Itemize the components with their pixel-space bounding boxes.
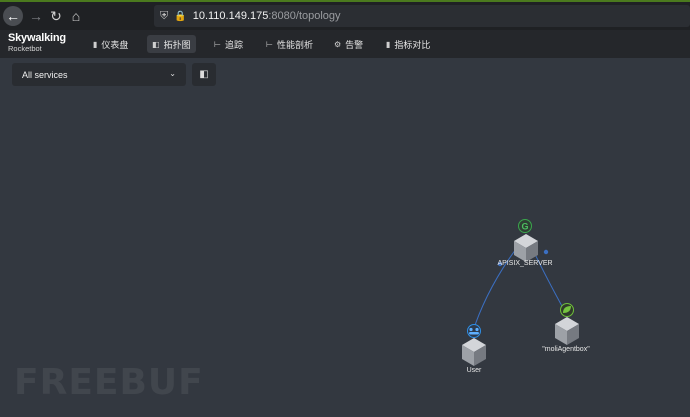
user-group-icon <box>467 324 481 338</box>
watermark-logo: FREEBUF <box>14 362 204 403</box>
menu-alarm[interactable]: ⚙ 告警 <box>329 35 368 53</box>
edge-apisix-moli[interactable] <box>532 249 564 309</box>
menu-label: 指标对比 <box>394 39 431 50</box>
svg-text:G: G <box>521 222 528 232</box>
node-moli-agentbox[interactable] <box>555 317 579 345</box>
edge-midpoint[interactable] <box>543 249 549 255</box>
home-icon[interactable]: ⌂ <box>66 6 86 26</box>
menu-compare[interactable]: ▮ 指标对比 <box>381 35 435 53</box>
alarm-icon: ⚙ <box>334 39 342 49</box>
node-label-apisix: APISIX_SERVER <box>497 260 553 267</box>
leaf-icon <box>560 303 574 317</box>
url-host: 10.110.149.175 <box>192 10 269 22</box>
back-icon[interactable]: ← <box>3 6 23 26</box>
logo-brand: Skywalking <box>8 32 66 44</box>
node-user[interactable] <box>462 338 486 366</box>
shield-icon[interactable]: ⛨ <box>160 10 168 23</box>
logo-subtitle: Rocketbot <box>8 44 42 53</box>
menu-profile[interactable]: ⊢ 性能剖析 <box>261 35 318 53</box>
dashboard-icon: ▮ <box>93 39 98 49</box>
url-path: :8080/topology <box>268 10 341 22</box>
app-header: Skywalking Rocketbot ▮ 仪表盘 ◧ 拓扑图 ⊢ 追踪 ⊢ … <box>0 30 690 58</box>
menu-label: 追踪 <box>224 39 243 50</box>
service-select-value: All services <box>22 69 68 80</box>
menu-label: 性能剖析 <box>276 39 313 50</box>
menu-label: 告警 <box>345 39 364 50</box>
profile-icon: ⊢ <box>266 39 273 49</box>
trace-icon: ⊢ <box>214 39 221 49</box>
insecure-lock-icon[interactable]: 🔒 <box>174 11 186 22</box>
address-bar[interactable]: ⛨ 🔒 10.110.149.175:8080/topology <box>154 5 690 27</box>
menu-label: 仪表盘 <box>101 39 129 50</box>
browser-toolbar: ← → ↻ ⌂ ⛨ 🔒 10.110.149.175:8080/topology <box>0 0 690 30</box>
node-label-user: User <box>466 367 482 374</box>
node-label-moli-agentbox: "moliAgentbox" <box>542 346 590 353</box>
menu-label: 拓扑图 <box>163 39 191 50</box>
service-select[interactable]: All services ⌄ <box>12 63 186 86</box>
logo[interactable]: Skywalking Rocketbot <box>8 33 66 53</box>
panel-toggle-icon: ◧ <box>199 69 209 80</box>
panel-toggle-button[interactable]: ◧ <box>192 63 216 86</box>
forward-icon[interactable]: → <box>26 6 46 26</box>
menu-trace[interactable]: ⊢ 追踪 <box>209 35 248 53</box>
node-apisix-server[interactable] <box>514 234 538 262</box>
topology-icon: ◧ <box>152 39 160 49</box>
gateway-badge-icon: G <box>518 219 532 233</box>
chevron-down-icon: ⌄ <box>169 69 176 78</box>
compare-icon: ▮ <box>386 39 391 49</box>
menu-dashboard[interactable]: ▮ 仪表盘 <box>88 35 133 53</box>
reload-icon[interactable]: ↻ <box>46 6 66 26</box>
menu-topology[interactable]: ◧ 拓扑图 <box>147 35 196 53</box>
